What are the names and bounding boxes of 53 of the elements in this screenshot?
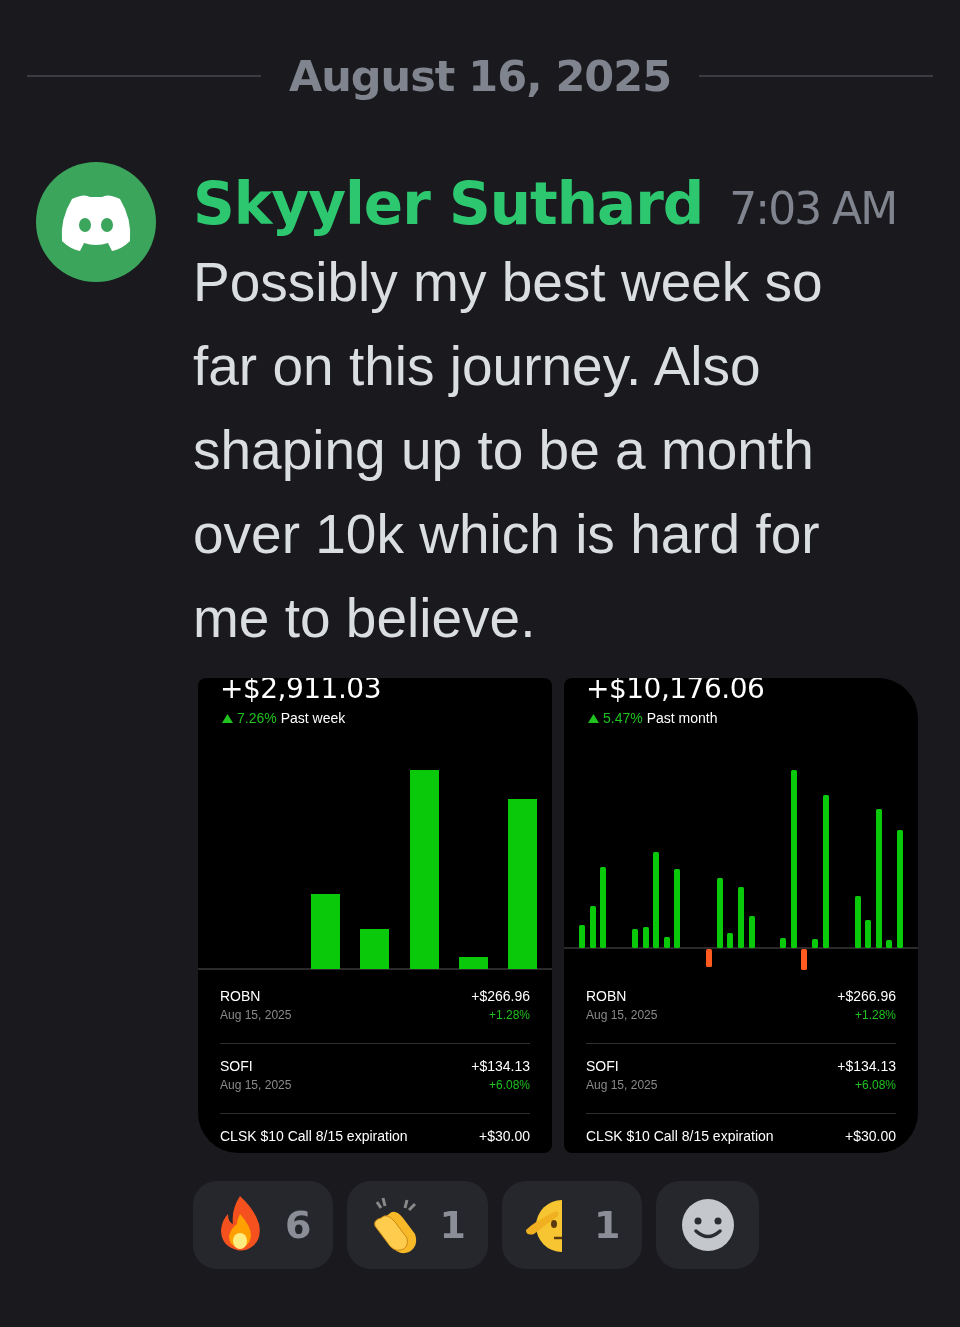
position-name: CLSK $10 Call 8/15 expiration bbox=[586, 1128, 774, 1144]
chart-bar bbox=[727, 933, 733, 948]
timestamp: 7:03 AM bbox=[729, 183, 897, 234]
position-date: Aug 15, 2025 bbox=[586, 1078, 658, 1092]
change-percent: 5.47% bbox=[603, 710, 643, 726]
position-name: ROBN bbox=[220, 988, 262, 1004]
position-gain: +$30.00 bbox=[479, 1128, 530, 1144]
chart-bar bbox=[459, 957, 488, 969]
chart-bar bbox=[579, 925, 585, 948]
period-label: Past month bbox=[646, 710, 718, 726]
position-gain: +$30.00 bbox=[845, 1128, 896, 1144]
chart-bar bbox=[801, 949, 807, 970]
up-triangle-icon bbox=[588, 713, 599, 723]
chart-bar bbox=[717, 878, 723, 948]
position-percent: +6.08% bbox=[854, 1078, 896, 1092]
position-name: ROBN bbox=[586, 988, 628, 1004]
author-name[interactable]: Skyyler Suthard bbox=[193, 168, 704, 240]
message-text: Possibly my best week so far on this journey. Also shaping up to be a month over 10k which is hard for me to believe. bbox=[193, 250, 824, 651]
position-percent: +6.08% bbox=[488, 1078, 530, 1092]
reaction-button[interactable]: 1 bbox=[347, 1181, 488, 1269]
position-gain: +$266.96 bbox=[471, 988, 530, 1004]
position-date: Aug 15, 2025 bbox=[220, 1078, 292, 1092]
chart-bar bbox=[706, 949, 712, 967]
reaction-button[interactable]: 1 bbox=[501, 1181, 643, 1269]
up-triangle-icon bbox=[222, 713, 233, 723]
position-gain: +$134.13 bbox=[837, 1058, 896, 1074]
chart-bar bbox=[360, 929, 389, 969]
chart-bar bbox=[780, 938, 786, 948]
chart-bar bbox=[855, 896, 861, 948]
position-name: SOFI bbox=[586, 1058, 620, 1074]
reaction-button[interactable]: 6 bbox=[193, 1181, 334, 1269]
position-date: Aug 15, 2025 bbox=[220, 1008, 292, 1022]
smiley-icon bbox=[680, 1198, 735, 1252]
chart-bar bbox=[865, 920, 871, 948]
chart-bar bbox=[738, 887, 744, 948]
position-gain: +$266.96 bbox=[837, 988, 896, 1004]
chart-bar bbox=[749, 916, 755, 948]
position-name: CLSK $10 Call 8/15 expiration bbox=[220, 1128, 408, 1144]
position-percent: +1.28% bbox=[488, 1008, 530, 1022]
chart-bar bbox=[812, 939, 818, 948]
chart-bar bbox=[664, 937, 670, 948]
chart-bar bbox=[643, 927, 649, 948]
period-label: Past week bbox=[280, 710, 346, 726]
position-percent: +1.28% bbox=[854, 1008, 896, 1022]
position-date: Aug 15, 2025 bbox=[586, 1008, 658, 1022]
chart-bar bbox=[632, 929, 638, 948]
date-divider: August 16, 2025 bbox=[288, 50, 672, 103]
chart-bar bbox=[886, 940, 892, 948]
change-percent: 7.26% bbox=[237, 710, 277, 726]
position-name: SOFI bbox=[220, 1058, 254, 1074]
position-gain: +$134.13 bbox=[471, 1058, 530, 1074]
chart-bar bbox=[590, 906, 596, 948]
add-reaction-button[interactable] bbox=[656, 1181, 760, 1269]
